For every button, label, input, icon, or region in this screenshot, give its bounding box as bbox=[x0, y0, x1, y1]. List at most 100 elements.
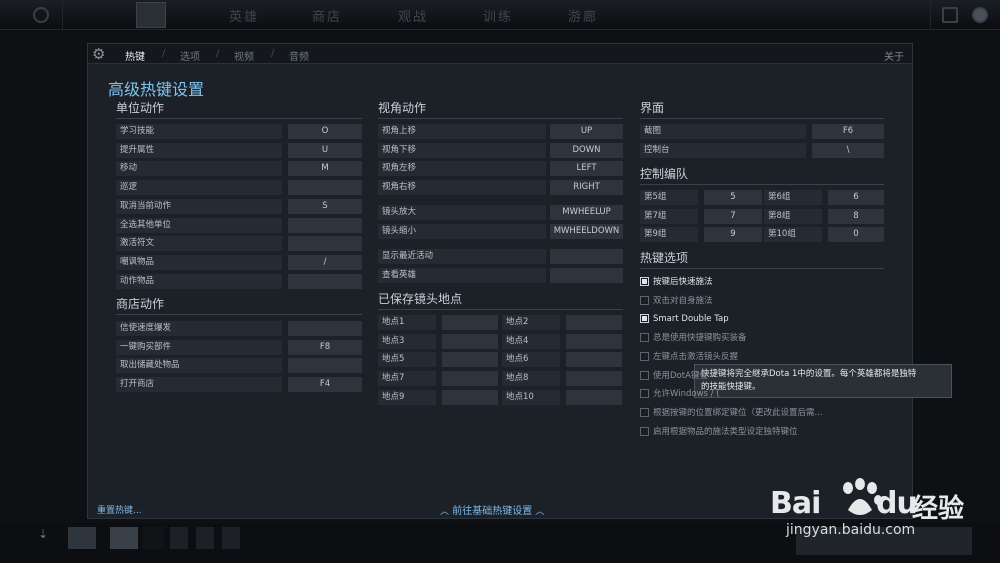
section-saved-camera: 已保存镜头地点 bbox=[378, 290, 623, 310]
tab-video[interactable]: 视频 bbox=[234, 48, 254, 63]
hotkey-label: 激活符文 bbox=[116, 236, 282, 252]
hotkey-label: 地点8 bbox=[502, 371, 560, 387]
section-hotkey-options: 热键选项 bbox=[640, 249, 884, 269]
tab-audio[interactable]: 音频 bbox=[289, 48, 309, 63]
hotkey-label: 控制台 bbox=[640, 142, 806, 158]
checkbox-label: 双击对自身施法 bbox=[653, 295, 713, 306]
hotkey-label: 视角下移 bbox=[378, 142, 546, 158]
checkbox[interactable] bbox=[640, 333, 649, 343]
chevron-up-icon: ︿ bbox=[535, 507, 545, 517]
hotkey-binding-button[interactable]: RIGHT bbox=[550, 180, 623, 196]
hotkey-label: 第6组 bbox=[764, 190, 822, 205]
nav-store[interactable]: 商店 bbox=[312, 6, 342, 25]
checkbox[interactable] bbox=[640, 426, 649, 436]
hotkey-binding-button[interactable] bbox=[288, 273, 362, 289]
hotkey-binding-button[interactable] bbox=[550, 267, 623, 283]
checkbox[interactable] bbox=[640, 407, 649, 417]
watermark-du: du bbox=[876, 486, 918, 521]
hotkey-binding-button[interactable]: / bbox=[288, 254, 362, 270]
party-icon[interactable] bbox=[68, 527, 96, 549]
hotkey-label: 取消当前动作 bbox=[116, 198, 282, 214]
hotkey-binding-button[interactable]: M bbox=[288, 161, 362, 177]
hotkey-binding-button[interactable]: 6 bbox=[828, 190, 884, 205]
hotkey-binding-button[interactable] bbox=[566, 371, 622, 387]
hotkey-binding-button[interactable]: MWHEELUP bbox=[550, 205, 623, 220]
hotkey-label: 取出储藏处物品 bbox=[116, 358, 282, 374]
hotkey-binding-button[interactable] bbox=[566, 333, 622, 349]
checkbox[interactable] bbox=[640, 277, 649, 286]
hotkey-binding-button[interactable] bbox=[442, 389, 498, 405]
checkbox[interactable] bbox=[640, 314, 649, 324]
hotkey-binding-button[interactable] bbox=[288, 236, 362, 252]
hotkey-binding-button[interactable]: \ bbox=[812, 142, 884, 158]
hotkey-binding-button[interactable]: S bbox=[288, 198, 362, 214]
checkbox[interactable] bbox=[640, 370, 649, 380]
friend-slot[interactable] bbox=[142, 527, 164, 549]
nav-heroes[interactable]: 英雄 bbox=[229, 6, 259, 25]
section-unit-actions: 单位动作 bbox=[116, 99, 362, 119]
hotkey-binding-button[interactable]: MWHEELDOWN bbox=[550, 223, 623, 239]
hotkey-label: 视角左移 bbox=[378, 161, 546, 177]
reset-hotkeys-link[interactable]: 重置热键... bbox=[97, 503, 142, 516]
friend-avatar[interactable] bbox=[110, 527, 138, 549]
checkbox-label: Smart Double Tap bbox=[653, 314, 729, 325]
checkbox-label: 启用根据物品的施法类型设定独特键位 bbox=[653, 426, 798, 437]
hotkey-label: 信使速度爆发 bbox=[116, 321, 282, 336]
invite-slot[interactable] bbox=[170, 527, 188, 549]
hotkey-binding-button[interactable]: DOWN bbox=[550, 142, 623, 158]
hotkey-label: 地点7 bbox=[378, 371, 436, 387]
checkbox[interactable] bbox=[640, 295, 649, 305]
hotkey-binding-button[interactable] bbox=[442, 315, 498, 330]
hotkey-binding-button[interactable]: O bbox=[288, 124, 362, 139]
hotkey-binding-button[interactable]: U bbox=[288, 142, 362, 158]
hotkey-binding-button[interactable]: 0 bbox=[828, 227, 884, 243]
section-camera-actions: 视角动作 bbox=[378, 99, 623, 119]
hotkey-binding-button[interactable] bbox=[566, 389, 622, 405]
hotkey-label: 第9组 bbox=[640, 227, 698, 243]
nav-watch[interactable]: 观战 bbox=[398, 6, 428, 25]
dota-logo[interactable] bbox=[136, 2, 166, 28]
hotkey-label: 巡逻 bbox=[116, 180, 282, 196]
invite-slot[interactable] bbox=[222, 527, 240, 549]
tab-options[interactable]: 选项 bbox=[180, 48, 200, 63]
hotkey-binding-button[interactable] bbox=[288, 180, 362, 196]
hotkey-binding-button[interactable] bbox=[566, 352, 622, 368]
nav-learn[interactable]: 训练 bbox=[483, 6, 513, 25]
about-link[interactable]: 关于 bbox=[884, 48, 904, 63]
hotkey-binding-button[interactable] bbox=[550, 249, 623, 264]
hotkey-label: 视角右移 bbox=[378, 180, 546, 196]
hotkey-binding-button[interactable]: 5 bbox=[704, 190, 762, 205]
avatar[interactable] bbox=[972, 7, 988, 23]
nav-arcade[interactable]: 游廊 bbox=[568, 6, 598, 25]
hotkey-binding-button[interactable] bbox=[442, 352, 498, 368]
hotkey-binding-button[interactable]: F6 bbox=[812, 124, 884, 139]
invite-slot[interactable] bbox=[196, 527, 214, 549]
hotkey-binding-button[interactable]: LEFT bbox=[550, 161, 623, 177]
basic-hotkeys-link[interactable]: ︿ 前往基础热键设置 ︿ bbox=[440, 502, 544, 517]
checkbox-label: 总是使用快捷键购买装备 bbox=[653, 333, 747, 344]
hotkey-binding-button[interactable] bbox=[442, 371, 498, 387]
hotkey-binding-button[interactable] bbox=[288, 358, 362, 374]
hotkey-binding-button[interactable]: 8 bbox=[828, 208, 884, 224]
hotkey-binding-button[interactable]: 9 bbox=[704, 227, 762, 243]
power-icon[interactable] bbox=[33, 7, 49, 23]
hotkey-binding-button[interactable]: 7 bbox=[704, 208, 762, 224]
hotkey-label: 第10组 bbox=[764, 227, 822, 243]
hotkey-binding-button[interactable] bbox=[288, 321, 362, 336]
hotkey-label: 移动 bbox=[116, 161, 282, 177]
hotkey-binding-button[interactable]: F4 bbox=[288, 377, 362, 393]
hotkey-binding-button[interactable] bbox=[288, 217, 362, 233]
download-icon[interactable]: ⇣ bbox=[38, 527, 50, 549]
checkbox[interactable] bbox=[640, 389, 649, 399]
tab-hotkeys[interactable]: 热键 bbox=[125, 48, 145, 63]
hotkey-binding-button[interactable] bbox=[442, 333, 498, 349]
hotkey-binding-button[interactable]: F8 bbox=[288, 339, 362, 355]
menu-icon[interactable] bbox=[942, 7, 958, 23]
hotkey-binding-button[interactable]: UP bbox=[550, 124, 623, 139]
baidu-watermark: Bai du 经验 jingyan.baidu.com bbox=[770, 478, 980, 548]
section-interface: 界面 bbox=[640, 99, 884, 119]
checkbox-label: 按键后快速施法 bbox=[653, 277, 713, 287]
hotkey-binding-button[interactable] bbox=[566, 315, 622, 330]
tooltip: 快捷键将完全继承Dota 1中的设置。每个英雄都将是独特 的技能快捷键。 bbox=[694, 364, 952, 398]
checkbox[interactable] bbox=[640, 351, 649, 361]
